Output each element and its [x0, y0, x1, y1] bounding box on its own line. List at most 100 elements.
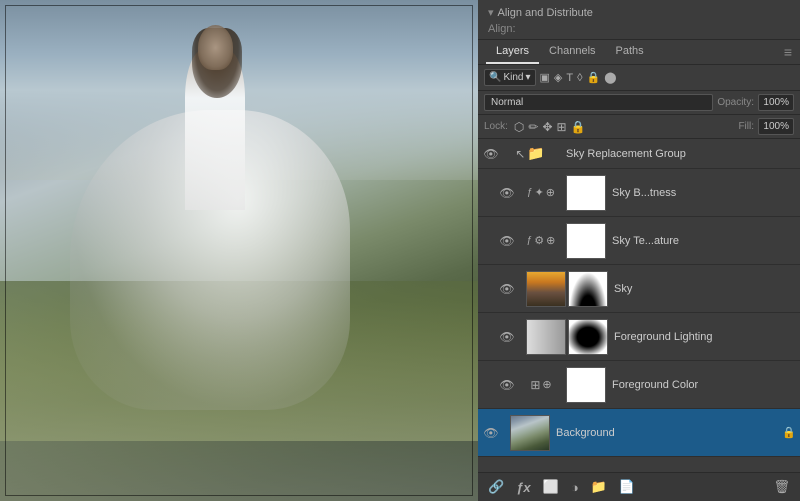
- layer-row[interactable]: 👁 Background 🔒: [478, 409, 800, 457]
- layer-row[interactable]: 👁 ƒ ⚙ ⊕ Sky Te...ature: [478, 217, 800, 265]
- layer-mask-thumbnail: [568, 319, 608, 355]
- link-button[interactable]: 🔗: [484, 477, 508, 497]
- layer-name: Sky B...tness: [612, 187, 796, 199]
- layer-row[interactable]: 👁 ↖ 📁 Sky Replacement Group: [478, 139, 800, 169]
- layer-thumbnails: [566, 367, 606, 403]
- filter-pixel-icon[interactable]: ▣: [540, 71, 550, 84]
- align-section-title: Align and Distribute: [498, 7, 593, 19]
- layer-thumbnails: [566, 223, 606, 259]
- filter-icon: 🔍: [489, 72, 501, 83]
- thumb-content: [569, 320, 607, 354]
- layer-thumbnail: [526, 319, 566, 355]
- eye-icon[interactable]: 👁: [498, 328, 516, 346]
- layer-mask-thumbnail: [568, 271, 608, 307]
- thumb-content: [567, 176, 605, 210]
- layer-icons: ƒ ✦ ⊕: [516, 186, 566, 199]
- align-label: Align:: [488, 23, 516, 35]
- lock-transparent-icon[interactable]: ⬡: [514, 120, 524, 134]
- layer-thumbnail: [526, 271, 566, 307]
- blend-mode-dropdown[interactable]: Normal: [484, 94, 713, 111]
- align-row: Align:: [488, 23, 790, 35]
- filter-chevron-icon: ▾: [525, 72, 530, 83]
- layer-name: Foreground Lighting: [614, 331, 796, 343]
- filter-kind-label: Kind: [503, 72, 523, 83]
- chain-icon: ⊕: [546, 186, 555, 199]
- layer-lock-icon: 🔒: [782, 426, 796, 439]
- fx-button[interactable]: ƒx: [512, 478, 534, 497]
- chain-icon: ⊕: [542, 378, 551, 391]
- group-button[interactable]: 📁: [587, 477, 611, 497]
- layer-cursor-icon: ↖: [515, 147, 525, 161]
- mask-button[interactable]: ⬜: [539, 477, 563, 497]
- chain-icon: ⊕: [546, 234, 555, 247]
- eye-icon[interactable]: 👁: [498, 376, 516, 394]
- layer-row[interactable]: 👁 Foreground Lighting: [478, 313, 800, 361]
- new-layer-button[interactable]: 📄: [615, 477, 639, 497]
- filter-color-dot-icon[interactable]: ⬤: [604, 71, 616, 84]
- lock-label: Lock:: [484, 121, 508, 132]
- thumb-content: [511, 416, 549, 450]
- lock-position-icon[interactable]: ✥: [542, 120, 552, 134]
- eye-icon[interactable]: 👁: [498, 232, 516, 250]
- lock-artboard-icon[interactable]: ⊞: [557, 120, 567, 134]
- folder-icon: 📁: [527, 145, 544, 162]
- layer-thumbnail: [566, 223, 606, 259]
- layer-name: Background: [556, 427, 782, 439]
- thumb-content: [527, 272, 565, 306]
- layer-name: Sky Replacement Group: [566, 148, 796, 160]
- filter-lock-icon[interactable]: 🔒: [587, 71, 601, 84]
- layers-list: 👁 ↖ 📁 Sky Replacement Group 👁 ƒ ✦ ⊕: [478, 139, 800, 472]
- eye-icon[interactable]: 👁: [482, 424, 500, 442]
- thumb-content: [569, 272, 607, 306]
- filter-row: 🔍 Kind ▾ ▣ ◈ T ◊ 🔒 ⬤: [478, 65, 800, 91]
- blend-row: Normal Opacity: 100%: [478, 91, 800, 115]
- opacity-value[interactable]: 100%: [758, 94, 794, 111]
- tab-paths[interactable]: Paths: [606, 40, 654, 64]
- layer-thumbnails: [566, 175, 606, 211]
- layer-thumbnail: [510, 415, 550, 451]
- lock-image-icon[interactable]: ✏: [528, 120, 538, 134]
- layer-icons: ↖ 📁: [500, 145, 560, 162]
- fx-icon: ƒ: [527, 235, 533, 246]
- smartfilter-icon: ⚙: [534, 234, 544, 247]
- fill-label: Fill:: [738, 121, 754, 132]
- filter-kind-dropdown[interactable]: 🔍 Kind ▾: [484, 69, 536, 86]
- bottom-toolbar: 🔗 ƒx ⬜ ◑ 📁 📄 🗑: [478, 472, 800, 501]
- tabs-bar: Layers Channels Paths ≡: [478, 40, 800, 65]
- layer-thumbnails: [510, 415, 550, 451]
- tab-channels[interactable]: Channels: [539, 40, 605, 64]
- layer-icons: ƒ ⚙ ⊕: [516, 234, 566, 247]
- thumb-content: [567, 368, 605, 402]
- canvas-image: [0, 0, 478, 501]
- layer-row[interactable]: 👁 ⊞ ⊕ Foreground Color: [478, 361, 800, 409]
- fx-icon: ƒ: [527, 187, 533, 198]
- filter-shape-icon[interactable]: ◊: [577, 72, 582, 84]
- layer-icons: ⊞ ⊕: [516, 378, 566, 392]
- eye-icon[interactable]: 👁: [482, 145, 500, 163]
- opacity-label: Opacity:: [717, 97, 754, 108]
- layer-row[interactable]: 👁 Sky: [478, 265, 800, 313]
- lock-all-icon[interactable]: 🔒: [571, 120, 586, 134]
- collapse-arrow-icon[interactable]: ▾: [488, 6, 494, 19]
- layer-thumbnail: [566, 367, 606, 403]
- bride-head: [198, 25, 233, 70]
- grid-icon: ⊞: [530, 378, 540, 392]
- adjustment-button[interactable]: ◑: [567, 478, 583, 497]
- tabs-menu-icon[interactable]: ≡: [784, 44, 792, 60]
- layer-name: Sky: [614, 283, 796, 295]
- layer-thumbnail: [566, 175, 606, 211]
- eye-icon[interactable]: 👁: [498, 280, 516, 298]
- thumb-content: [567, 224, 605, 258]
- delete-button[interactable]: 🗑: [769, 477, 794, 497]
- layer-row[interactable]: 👁 ƒ ✦ ⊕ Sky B...tness: [478, 169, 800, 217]
- eye-icon[interactable]: 👁: [498, 184, 516, 202]
- layer-thumbnails: [526, 319, 608, 355]
- layers-panel: Layers Channels Paths ≡ 🔍 Kind ▾ ▣ ◈ T ◊…: [478, 40, 800, 501]
- fill-value[interactable]: 100%: [758, 118, 794, 135]
- filter-type-icon[interactable]: T: [566, 72, 573, 84]
- tab-layers[interactable]: Layers: [486, 40, 539, 64]
- thumb-content: [527, 320, 565, 354]
- filter-adjust-icon[interactable]: ◈: [554, 71, 562, 84]
- right-panel: ▾ Align and Distribute Align: Layers Cha…: [478, 0, 800, 501]
- layer-name: Foreground Color: [612, 379, 796, 391]
